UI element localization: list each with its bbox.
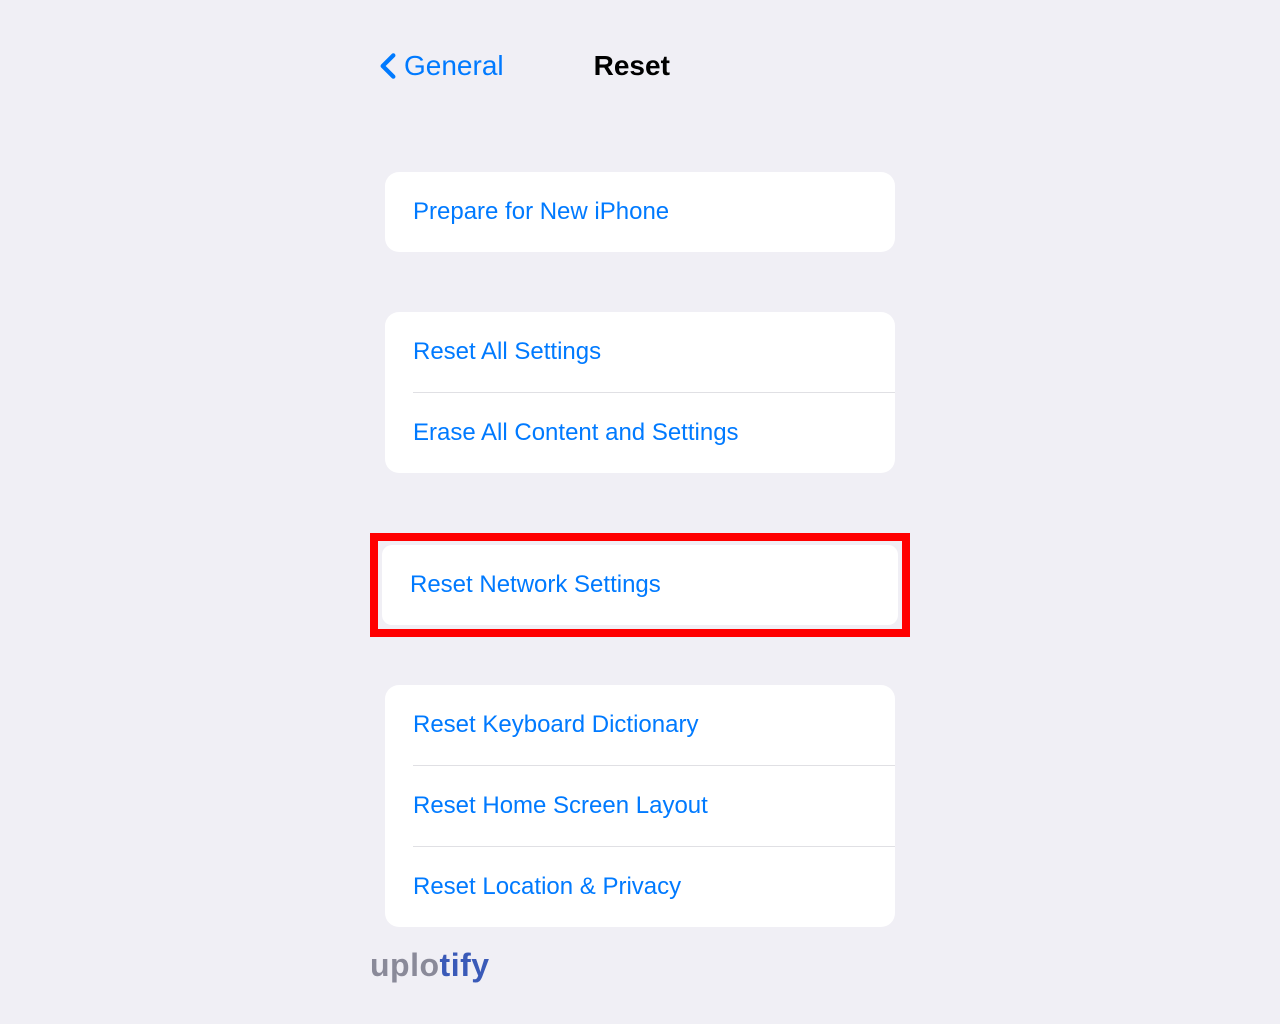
back-label: General — [404, 50, 504, 82]
menu-item-label: Reset Location & Privacy — [413, 873, 681, 900]
watermark-part1: uplo — [370, 947, 440, 983]
menu-item-label: Prepare for New iPhone — [413, 198, 669, 225]
nav-header: General Reset — [360, 50, 1280, 82]
menu-item-reset-keyboard-dictionary[interactable]: Reset Keyboard Dictionary — [385, 685, 895, 765]
watermark: uplotify — [370, 947, 490, 984]
menu-item-reset-home-screen-layout[interactable]: Reset Home Screen Layout — [385, 766, 895, 846]
menu-item-label: Reset Keyboard Dictionary — [413, 711, 698, 738]
back-button[interactable]: General — [380, 50, 504, 82]
menu-item-label: Reset All Settings — [413, 338, 601, 365]
menu-item-reset-location-privacy[interactable]: Reset Location & Privacy — [385, 847, 895, 927]
menu-item-reset-network-settings[interactable]: Reset Network Settings — [382, 545, 898, 625]
menu-item-prepare-new-iphone[interactable]: Prepare for New iPhone — [385, 172, 895, 252]
settings-reset-screen: General Reset Prepare for New iPhone Res… — [0, 0, 1280, 927]
menu-item-label: Reset Home Screen Layout — [413, 792, 708, 819]
menu-item-reset-all-settings[interactable]: Reset All Settings — [385, 312, 895, 392]
settings-group: Reset Network Settings — [382, 545, 898, 625]
menu-item-label: Reset Network Settings — [410, 571, 661, 598]
page-title: Reset — [594, 50, 670, 82]
menu-item-erase-all-content[interactable]: Erase All Content and Settings — [385, 393, 895, 473]
settings-group: Reset All Settings Erase All Content and… — [385, 312, 895, 473]
highlight-box: Reset Network Settings — [370, 533, 910, 637]
watermark-part2: tify — [440, 947, 490, 983]
menu-item-label: Erase All Content and Settings — [413, 419, 739, 446]
chevron-left-icon — [380, 52, 396, 80]
settings-group: Prepare for New iPhone — [385, 172, 895, 252]
settings-group: Reset Keyboard Dictionary Reset Home Scr… — [385, 685, 895, 927]
